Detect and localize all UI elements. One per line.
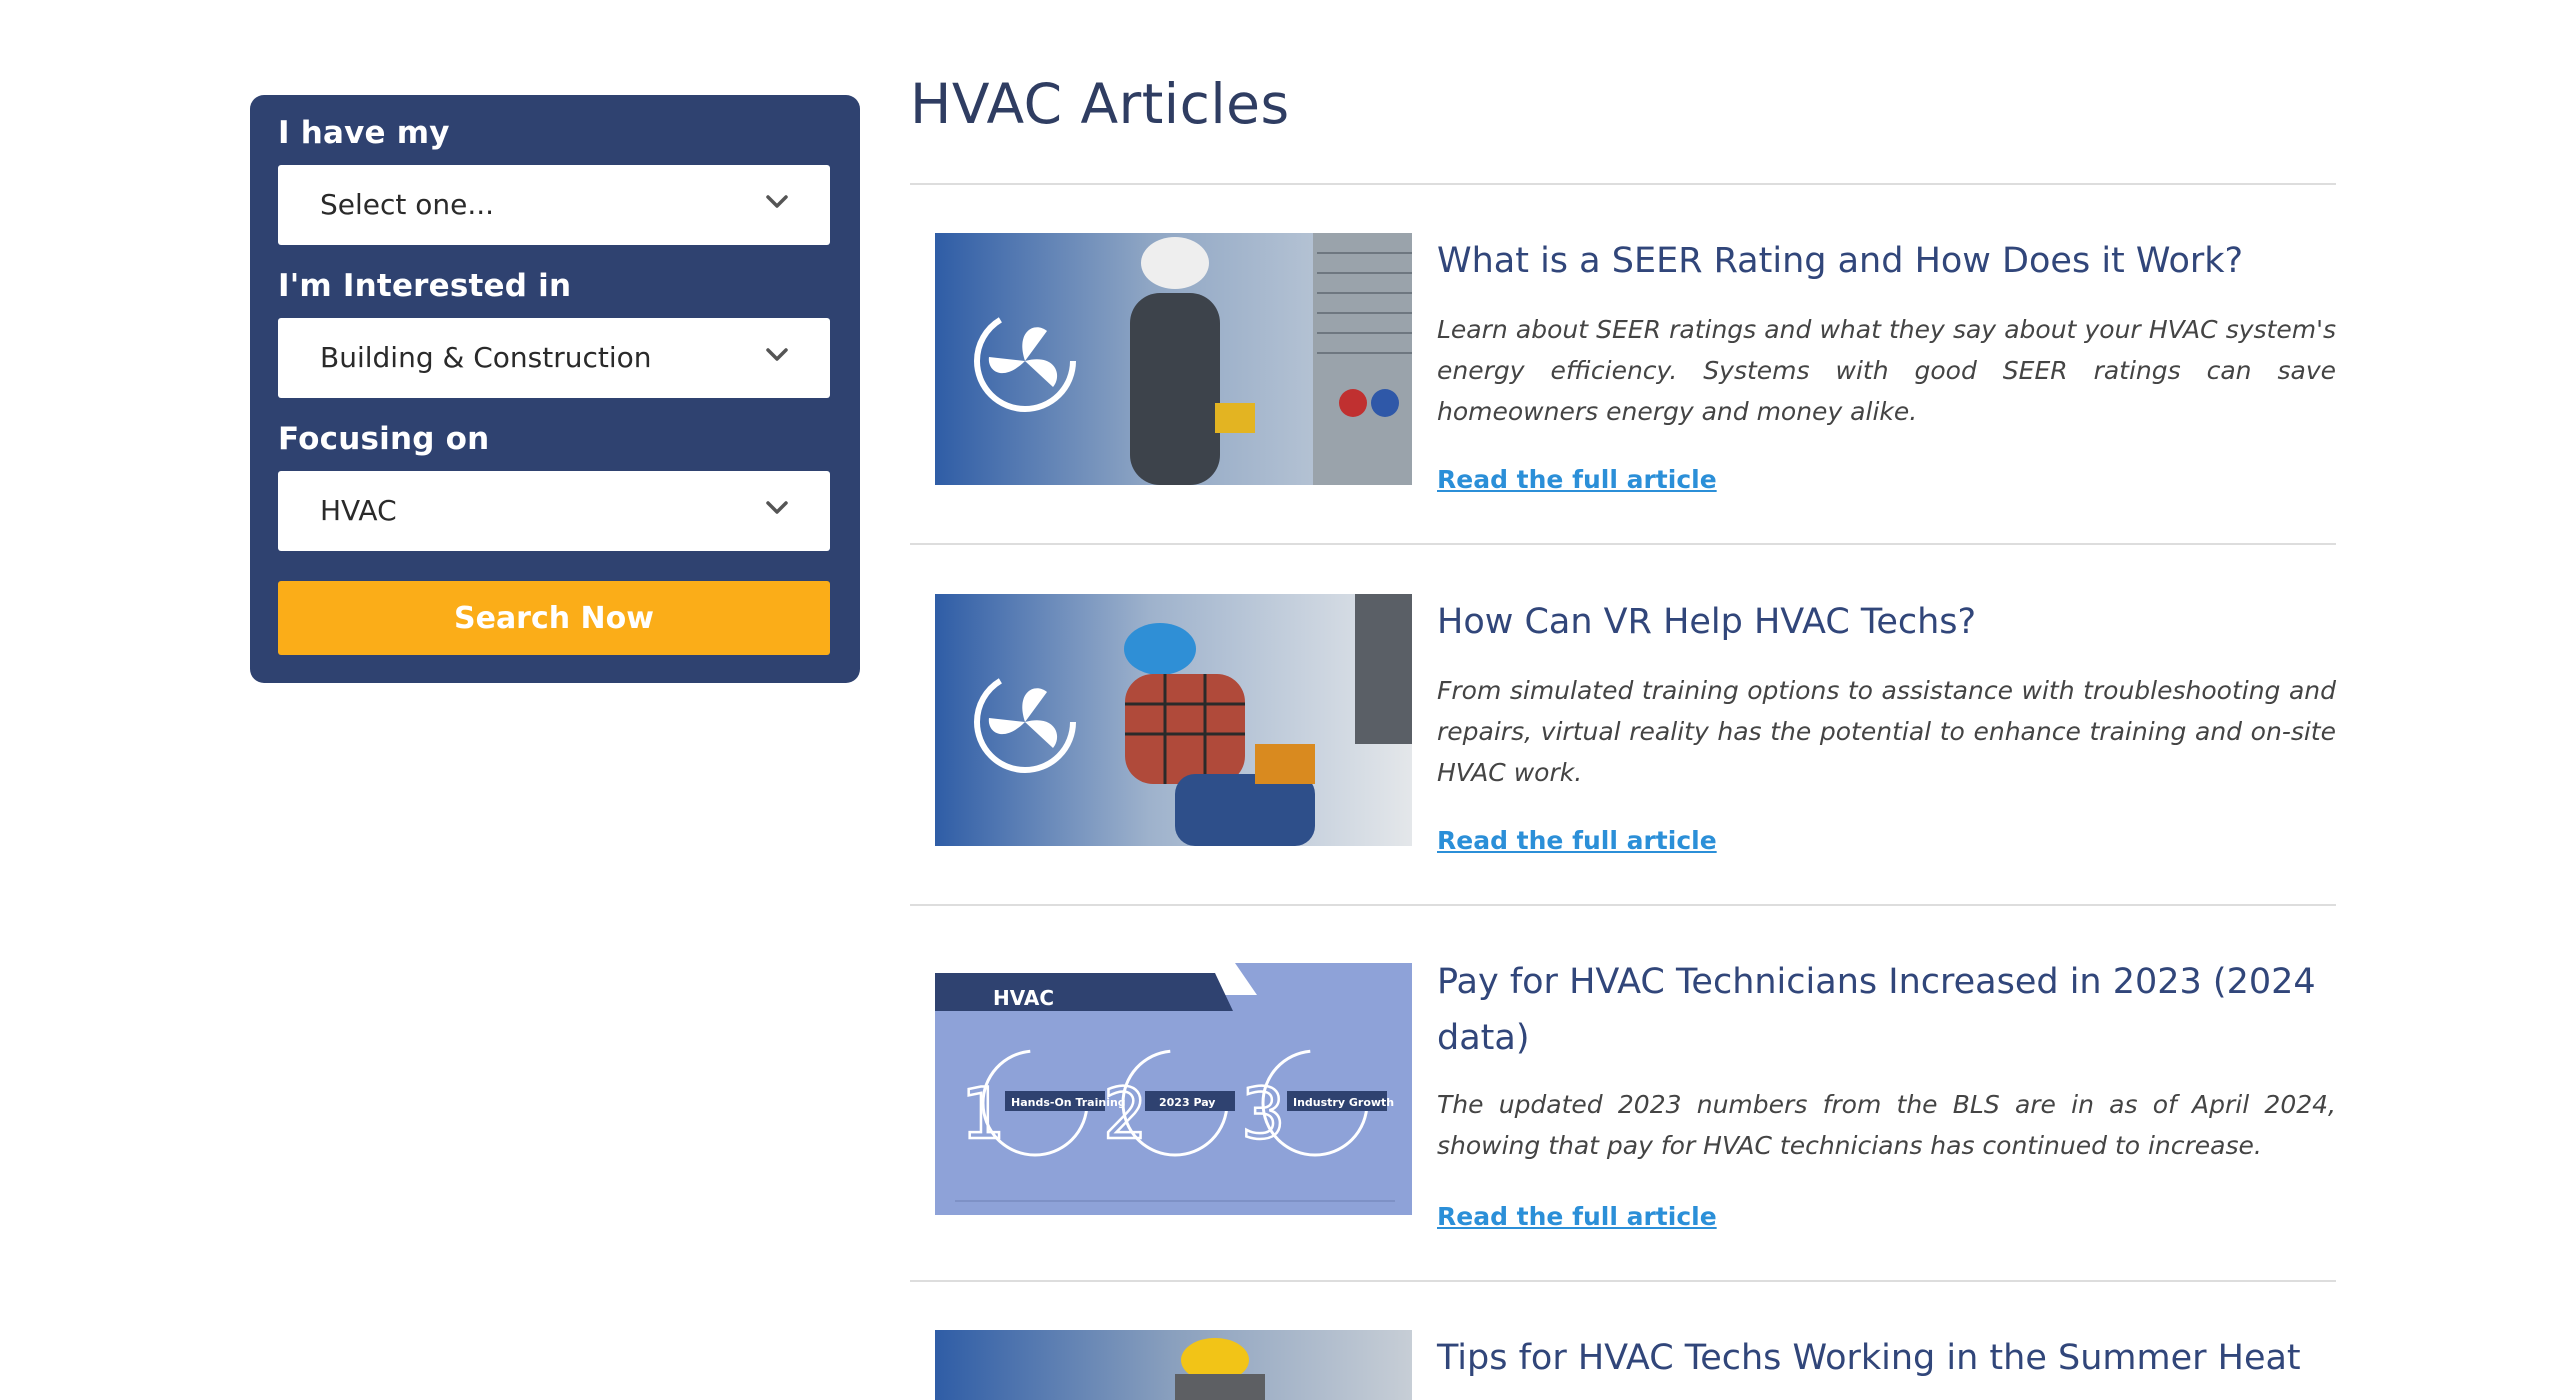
infographic-step-number: 2 (1103, 1073, 1148, 1155)
search-panel: I have my Select one... I'm Interested i… (250, 95, 860, 683)
infographic-step-number: 1 (961, 1073, 1006, 1155)
select-interested-in[interactable]: Building & Construction (278, 318, 830, 398)
page-title: HVAC Articles (910, 72, 1290, 136)
infographic-step-label: Industry Growth (1293, 1096, 1394, 1109)
article-description: From simulated training options to assis… (1437, 676, 2336, 787)
article-thumbnail[interactable]: HVAC 1 2 3 Hands-On Training 2023 Pay In… (935, 963, 1412, 1215)
divider (910, 1280, 2336, 1282)
field-label-interested-in: I'm Interested in (278, 268, 572, 304)
divider (910, 183, 2336, 185)
infographic-step-number: 3 (1241, 1073, 1286, 1155)
read-full-article-link[interactable]: Read the full article (1437, 465, 1717, 494)
select-i-have-my[interactable]: Select one... (278, 165, 830, 245)
chevron-down-icon (766, 501, 788, 514)
article-thumbnail[interactable] (935, 233, 1412, 485)
select-value: Select one... (320, 188, 495, 221)
read-full-article-link[interactable]: Read the full article (1437, 1202, 1717, 1231)
article-title[interactable]: Tips for HVAC Techs Working in the Summe… (1437, 1330, 2337, 1386)
chevron-down-icon (766, 348, 788, 361)
article-title[interactable]: Pay for HVAC Technicians Increased in 20… (1437, 954, 2337, 1066)
divider (910, 543, 2336, 545)
chevron-down-icon (766, 195, 788, 208)
infographic-step-label: 2023 Pay (1159, 1096, 1215, 1109)
search-now-button[interactable]: Search Now (278, 581, 830, 655)
divider (910, 904, 2336, 906)
field-label-i-have-my: I have my (278, 115, 450, 151)
read-full-article-link[interactable]: Read the full article (1437, 826, 1717, 855)
infographic-heading: HVAC (993, 986, 1054, 1010)
article-title[interactable]: What is a SEER Rating and How Does it Wo… (1437, 233, 2337, 289)
select-value: HVAC (320, 494, 397, 527)
article-description: The updated 2023 numbers from the BLS ar… (1437, 1090, 2336, 1160)
article-thumbnail[interactable] (935, 1330, 1412, 1400)
infographic-step-label: Hands-On Training (1011, 1096, 1126, 1109)
select-value: Building & Construction (320, 341, 652, 374)
article-thumbnail[interactable] (935, 594, 1412, 846)
article-description: Learn about SEER ratings and what they s… (1437, 315, 2336, 426)
field-label-focusing-on: Focusing on (278, 421, 490, 457)
select-focusing-on[interactable]: HVAC (278, 471, 830, 551)
article-title[interactable]: How Can VR Help HVAC Techs? (1437, 594, 2337, 650)
